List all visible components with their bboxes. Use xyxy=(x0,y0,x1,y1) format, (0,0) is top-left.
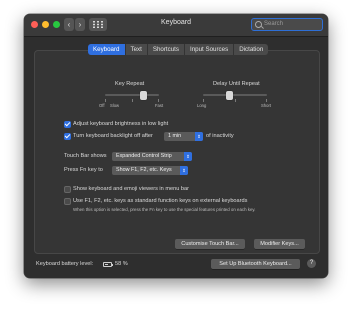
adjust-brightness-label: Adjust keyboard brightness in low light xyxy=(73,121,169,127)
tab-input-sources[interactable]: Input Sources xyxy=(185,44,235,55)
fn-key-value: Show F1, F2, etc. Keys xyxy=(116,167,172,173)
show-viewers-label: Show keyboard and emoji viewers in menu … xyxy=(73,186,189,192)
battery-icon xyxy=(103,262,113,267)
tab-text[interactable]: Text xyxy=(125,44,148,55)
key-repeat-slow-label: Slow xyxy=(110,103,120,108)
tick-mark xyxy=(132,99,133,102)
battery-level-value: 58 % xyxy=(115,261,128,267)
tick-mark xyxy=(203,99,204,102)
tab-bar: Keyboard Text Shortcuts Input Sources Di… xyxy=(88,44,269,55)
setup-bluetooth-keyboard-button[interactable]: Set Up Bluetooth Keyboard... xyxy=(211,259,300,269)
key-repeat-title: Key Repeat xyxy=(115,81,145,87)
key-repeat-fast-label: Fast xyxy=(155,103,164,108)
chevron-updown-icon: ⇕ xyxy=(195,132,203,141)
settings-panel: Key Repeat Off Slow Fast Delay Until Rep… xyxy=(34,50,320,254)
search-icon xyxy=(255,21,262,28)
key-repeat-slider[interactable] xyxy=(140,91,148,100)
search-placeholder: Search xyxy=(264,21,284,27)
chevron-updown-icon: ⇕ xyxy=(184,152,192,161)
modifier-keys-button[interactable]: Modifier Keys... xyxy=(254,239,305,249)
tick-mark xyxy=(235,99,236,102)
tick-mark xyxy=(105,99,106,102)
adjust-brightness-checkbox[interactable] xyxy=(64,121,71,128)
title-bar: ‹ › Keyboard Search xyxy=(24,14,328,37)
backlight-off-label: Turn keyboard backlight off after xyxy=(73,133,153,139)
keyboard-preferences-window: ‹ › Keyboard Search Keyboard Text Shortc… xyxy=(24,14,328,278)
use-f-keys-label: Use F1, F2, etc. keys as standard functi… xyxy=(73,198,248,204)
tab-dictation[interactable]: Dictation xyxy=(234,44,269,55)
backlight-timeout-popup[interactable]: 1 min ⇕ xyxy=(164,132,203,141)
customize-touch-bar-button[interactable]: Customise Touch Bar... xyxy=(175,239,245,249)
key-repeat-track xyxy=(105,94,159,96)
delay-until-repeat-title: Delay Until Repeat xyxy=(213,81,260,87)
battery-level-label: Keyboard battery level: xyxy=(36,261,94,267)
key-repeat-off-label: Off xyxy=(99,103,105,108)
inactivity-label: of inactivity xyxy=(206,133,234,139)
delay-short-label: Short xyxy=(261,103,272,108)
delay-until-repeat-slider[interactable] xyxy=(226,91,234,100)
use-f-keys-checkbox[interactable] xyxy=(64,198,71,205)
tab-shortcuts[interactable]: Shortcuts xyxy=(147,44,185,55)
tick-mark xyxy=(158,99,159,102)
search-field[interactable]: Search xyxy=(251,18,323,31)
delay-long-label: Long xyxy=(197,103,207,108)
backlight-off-checkbox[interactable] xyxy=(64,133,71,140)
tick-mark xyxy=(266,99,267,102)
help-button[interactable]: ? xyxy=(307,259,316,268)
fn-key-label: Press Fn key to xyxy=(64,167,103,173)
delay-track xyxy=(203,94,267,96)
chevron-updown-icon: ⇕ xyxy=(180,166,188,175)
touch-bar-value: Expanded Control Strip xyxy=(116,153,172,159)
show-viewers-checkbox[interactable] xyxy=(64,186,71,193)
fn-key-popup[interactable]: Show F1, F2, etc. Keys ⇕ xyxy=(112,166,188,175)
tab-keyboard[interactable]: Keyboard xyxy=(88,44,126,55)
backlight-timeout-value: 1 min xyxy=(168,133,182,139)
touch-bar-popup[interactable]: Expanded Control Strip ⇕ xyxy=(112,152,192,161)
use-f-keys-note: When this option is selected, press the … xyxy=(73,207,256,212)
touch-bar-label: Touch Bar shows xyxy=(64,153,107,159)
